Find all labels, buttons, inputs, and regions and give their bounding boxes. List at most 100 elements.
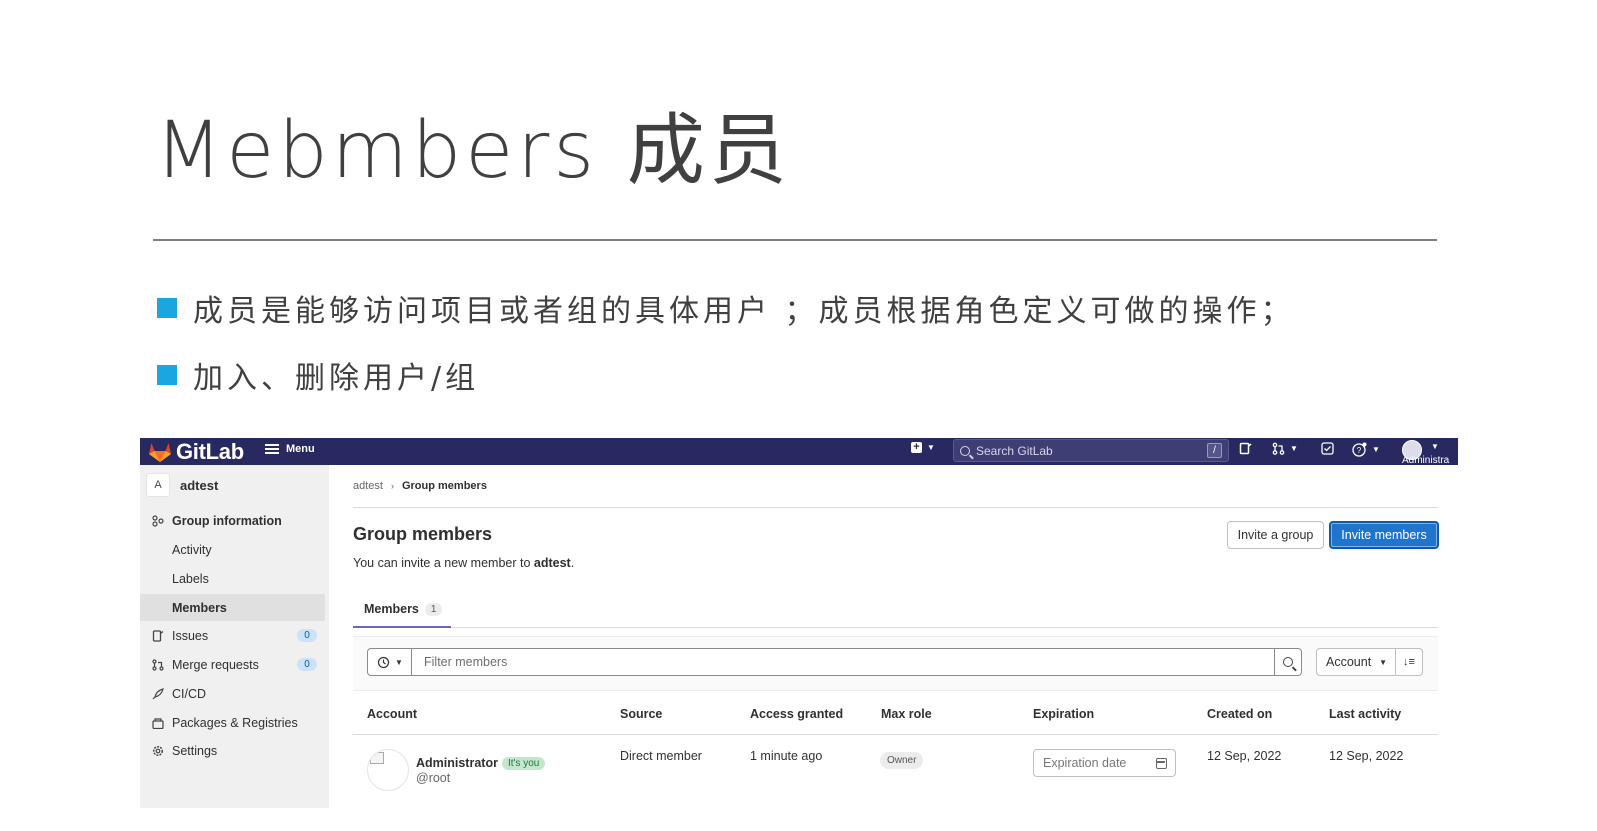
calendar-icon [1156,758,1167,769]
expiration-placeholder: Expiration date [1043,756,1127,770]
gitlab-screenshot: GitLab Menu + ▼ Search GitLab / ▼ ? ▼ ▼ … [140,438,1458,808]
chevron-down-icon: ▼ [1372,445,1380,454]
sidebar-item-ci-cd[interactable]: CI/CD [140,680,329,707]
filter-search-button[interactable] [1274,648,1302,676]
subtitle-group-name: adtest [533,556,571,570]
column-header-account: Account [367,707,417,721]
search-input[interactable]: Search GitLab / [953,439,1229,462]
merge-request-icon [1272,442,1285,455]
sidebar-item-packages-registries[interactable]: Packages & Registries [140,709,329,736]
sidebar-item-group-information[interactable]: Group information [140,507,329,534]
merge-requests-nav-button[interactable]: ▼ [1272,442,1298,455]
issues-nav-button[interactable] [1239,442,1252,455]
group-icon [151,514,165,528]
table-header: Account Source Access granted Max role E… [353,691,1438,735]
search-placeholder: Search GitLab [976,443,1053,458]
slide-title: Mebmbers 成员 [155,106,791,196]
sidebar-item-activity[interactable]: Activity [140,536,329,563]
chevron-down-icon: ▼ [1431,442,1439,451]
column-header-created-on: Created on [1207,707,1273,721]
chevron-down-icon: ▼ [395,657,403,667]
plus-square-icon: + [911,442,922,453]
sidebar-item-label: Members [172,600,227,615]
column-header-last-activity: Last activity [1329,707,1402,721]
gitlab-logo-icon [149,443,171,462]
table-row: Administrator It's you @root Direct memb… [353,735,1438,808]
merge-request-icon [151,658,165,672]
help-icon: ? [1352,442,1367,457]
expiration-date-input[interactable]: Expiration date [1033,749,1176,777]
issues-count-badge: 0 [297,629,317,642]
column-header-access-granted: Access granted [750,707,844,721]
column-header-expiration: Expiration [1033,707,1095,721]
sidebar-item-label: Activity [172,542,212,557]
package-icon [151,716,165,730]
chevron-down-icon: ▼ [1290,444,1298,453]
sidebar-item-issues[interactable]: Issues 0 [140,622,329,649]
filter-members-input[interactable]: Filter members [411,648,1275,676]
sort-direction-button[interactable]: ↓≡ [1395,648,1423,676]
tab-bar: Members 1 [353,592,1438,628]
member-created-on: 12 Sep, 2022 [1207,749,1282,763]
history-icon [377,656,390,668]
sidebar-item-label: Settings [172,743,218,758]
group-name: adtest [180,477,219,493]
new-dropdown[interactable]: + ▼ [911,442,935,453]
sidebar-item-label: CI/CD [172,686,207,701]
issues-icon [151,629,165,643]
menu-label: Menu [286,443,315,455]
gear-icon [151,744,165,758]
sidebar-group-header[interactable]: A adtest [146,473,218,497]
group-avatar: A [146,473,170,497]
recent-searches-dropdown[interactable]: ▼ [367,648,412,676]
tab-count-badge: 1 [424,602,443,616]
gitlab-home-link[interactable]: GitLab [148,439,244,465]
bullet-text: 加入、删除用户/组 [193,361,480,396]
menu-icon [265,444,279,454]
sidebar-item-settings[interactable]: Settings [140,737,329,764]
issues-icon [1239,442,1252,455]
sidebar: A adtest Group information Activity Labe… [140,465,329,808]
help-dropdown[interactable]: ? ▼ [1352,442,1380,457]
todos-nav-button[interactable] [1321,442,1334,455]
chevron-down-icon: ▼ [1379,657,1388,667]
svg-text:?: ? [1357,446,1362,455]
top-navbar: GitLab Menu + ▼ Search GitLab / ▼ ? ▼ ▼ … [140,438,1458,466]
merge-requests-count-badge: 0 [297,658,317,671]
subtitle-suffix: . [570,556,575,570]
member-name[interactable]: Administrator It's you [416,756,546,770]
bullet-item: 加入、删除用户/组 [157,353,479,397]
filter-bar: ▼ Filter members Account ▼ ↓≡ [353,636,1438,691]
sort-field-label: Account [1326,655,1372,669]
invite-members-button[interactable]: Invite members [1329,521,1439,549]
breadcrumb-parent-link[interactable]: adtest [353,480,383,492]
bullet-square-icon [157,298,177,318]
breadcrumb: adtest › Group members [353,480,487,492]
title-divider [153,239,1437,241]
main-content: adtest › Group members Group members You… [353,465,1439,808]
chevron-right-icon: › [390,481,394,491]
sort-ascending-icon: ↓≡ [1403,656,1415,668]
sidebar-item-label: Labels [172,571,209,586]
sidebar-item-labels[interactable]: Labels [140,565,329,592]
column-header-max-role: Max role [881,707,932,721]
user-dropdown-chevron[interactable]: ▼ [1426,442,1439,451]
gitlab-wordmark: GitLab [176,439,244,464]
subtitle-prefix: You can invite a new member to [353,556,534,570]
breadcrumb-current[interactable]: Group members [402,480,487,492]
bullet-item: 成员是能够访问项目或者组的具体用户 ；成员根据角色定义可做的操作； [157,286,1295,330]
menu-button[interactable]: Menu [265,443,315,455]
member-access-granted: 1 minute ago [750,749,823,763]
invite-group-button[interactable]: Invite a group [1227,521,1324,549]
max-role-badge: Owner [880,752,924,769]
bullet-square-icon [157,365,177,385]
tab-members[interactable]: Members 1 [353,592,451,628]
sidebar-item-merge-requests[interactable]: Merge requests 0 [140,651,329,678]
sidebar-item-label: Issues [172,628,209,643]
sidebar-item-members[interactable]: Members [140,594,325,621]
sort-field-dropdown[interactable]: Account ▼ [1316,648,1396,676]
sidebar-item-label: Packages & Registries [172,715,298,730]
member-source: Direct member [620,749,702,763]
avatar [367,749,409,791]
page-title: Group members [353,524,493,544]
